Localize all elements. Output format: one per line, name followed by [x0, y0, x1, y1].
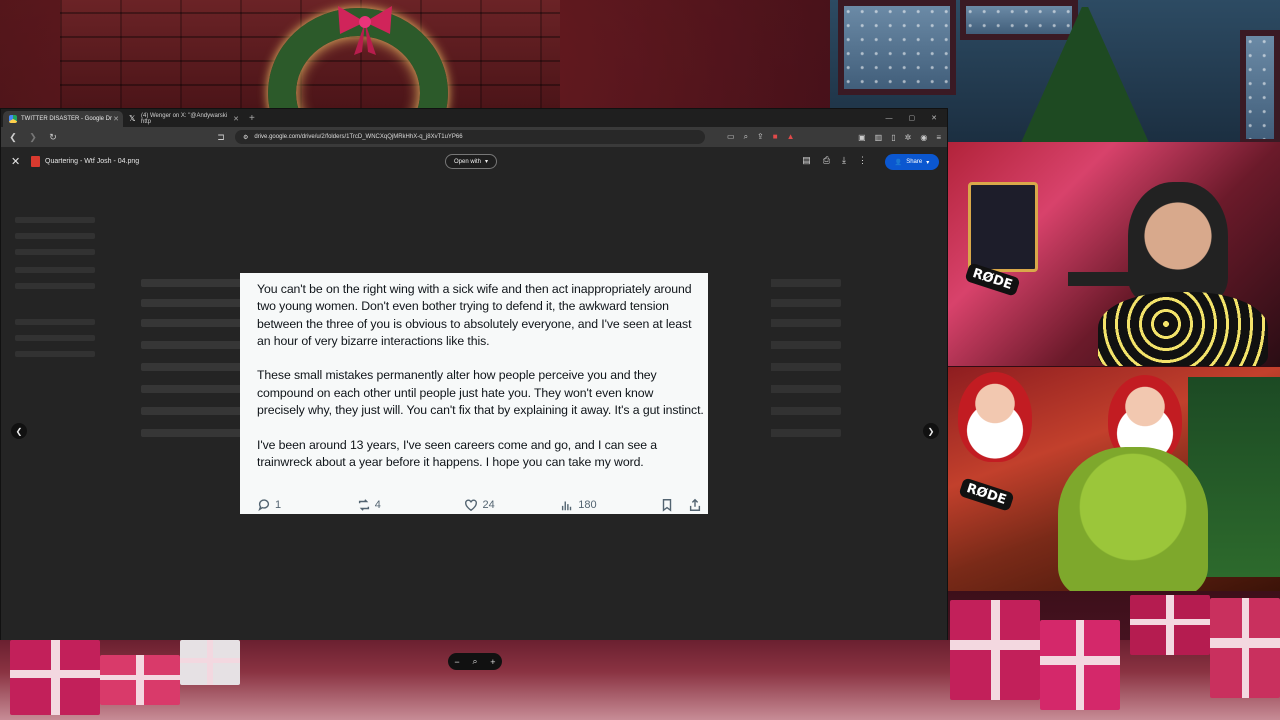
santa-figure	[958, 372, 1032, 462]
gift-box	[10, 640, 100, 715]
bookmark-action	[660, 498, 702, 512]
window-controls: — ▢ ✕	[876, 111, 948, 127]
cast-icon[interactable]: ▭	[727, 132, 735, 142]
zoom-icon[interactable]: ⌕	[744, 132, 748, 142]
url-text: drive.google.com/drive/u/2/folders/1TrcD…	[254, 134, 463, 140]
like-count: 24	[482, 499, 495, 511]
google-drive-icon	[9, 115, 17, 123]
chevron-down-icon: ▾	[485, 159, 489, 165]
forward-icon[interactable]: ❯	[27, 132, 39, 143]
reload-icon[interactable]: ↻	[47, 132, 59, 143]
menu-icon[interactable]: ≡	[936, 133, 941, 142]
address-bar[interactable]: ⚙ drive.google.com/drive/u/2/folders/1Tr…	[235, 130, 705, 144]
tab-x-post[interactable]: 𝕏 (4) Wenger on X: "@Andywarski http ✕	[123, 111, 243, 127]
extension-icon[interactable]: ▲	[787, 132, 795, 142]
gift-box	[1130, 595, 1210, 655]
browser-toolbar: ❮ ❯ ↻ ⊐ ⚙ drive.google.com/drive/u/2/fol…	[1, 127, 947, 147]
open-with-button[interactable]: Open with ▾	[445, 154, 498, 169]
grinch-costume	[1058, 447, 1208, 591]
add-comment-icon[interactable]: ▤	[802, 155, 811, 166]
repost-action: 4	[357, 498, 465, 512]
previous-file-button[interactable]: ❮	[11, 423, 27, 439]
site-info-icon[interactable]: ⚙	[243, 134, 248, 141]
share-label: Share	[906, 159, 923, 165]
gift-box	[180, 640, 240, 685]
view-count: 180	[578, 499, 597, 511]
close-viewer-icon[interactable]: ✕	[11, 155, 27, 168]
gift-box	[1210, 598, 1280, 698]
x-icon: 𝕏	[129, 114, 136, 123]
gift-box	[1040, 620, 1120, 710]
gift-box	[950, 600, 1040, 700]
address-actions: ▭ ⌕ ⇪ ■ ▲	[727, 132, 795, 142]
heart-icon	[465, 499, 478, 512]
bookmark-icon	[662, 499, 672, 512]
host-person	[1128, 182, 1228, 302]
back-icon[interactable]: ❮	[7, 132, 19, 143]
webcam-host: RØDE	[948, 142, 1280, 366]
next-file-button[interactable]: ❯	[923, 423, 939, 439]
magnifier-icon[interactable]: ⌕	[472, 656, 477, 667]
host-sweater	[1098, 292, 1268, 366]
image-file-icon	[31, 155, 40, 167]
viewer-actions: ▤ ⎙ ⤓ ⋮	[802, 155, 867, 166]
people-icon: 👤	[894, 159, 903, 166]
share-button[interactable]: 👤 Share ▾	[885, 154, 939, 170]
reply-action: 1	[257, 498, 357, 512]
bookmark-icon[interactable]: ⊐	[215, 132, 227, 143]
tweet-action-bar: 1 4 24 180	[257, 498, 702, 512]
tweet-image: You can't be on the right wing with a si…	[240, 273, 708, 514]
tweet-paragraph: These small mistakes permanently alter h…	[257, 368, 704, 418]
tab-bar: TWITTER DISASTER - Google Dr ✕ 𝕏 (4) Wen…	[1, 109, 947, 127]
extension-icon[interactable]: ■	[773, 132, 778, 142]
puzzle-icon[interactable]: ✲	[905, 133, 912, 142]
share-icon	[689, 498, 701, 511]
sidepanel-icon[interactable]: ▥	[875, 133, 883, 142]
file-name: Quartering - Wtf Josh - 04.png	[45, 157, 140, 165]
more-options-icon[interactable]: ⋮	[858, 155, 867, 166]
like-action: 24	[464, 498, 560, 512]
tweet-paragraph: I've been around 13 years, I've seen car…	[257, 437, 658, 469]
repost-count: 4	[374, 499, 381, 511]
gift-box	[100, 655, 180, 705]
views-chart-icon	[562, 501, 572, 511]
close-window-icon[interactable]: ✕	[931, 111, 937, 127]
close-icon[interactable]: ✕	[233, 115, 239, 123]
stream-scene: TWITTER DISASTER - Google Dr ✕ 𝕏 (4) Wen…	[0, 0, 1280, 720]
download-icon[interactable]: ⤓	[842, 155, 846, 166]
zoom-controls: − ⌕ +	[448, 653, 502, 670]
chevron-down-icon: ▾	[926, 159, 930, 166]
extension-bar: ▣ ▥ ▯ ✲ ◉ ≡	[858, 133, 941, 142]
reply-icon	[258, 499, 270, 512]
share-page-icon[interactable]: ⇪	[757, 132, 764, 142]
webcam-grinch: RØDE	[948, 367, 1280, 591]
reading-list-icon[interactable]: ▯	[891, 133, 895, 142]
close-icon[interactable]: ✕	[113, 115, 119, 123]
new-tab-button[interactable]: +	[243, 111, 261, 127]
minimize-icon[interactable]: —	[886, 111, 893, 127]
arcade-cabinet	[968, 182, 1038, 272]
tab-label: TWITTER DISASTER - Google Dr	[21, 116, 113, 122]
tab-google-drive[interactable]: TWITTER DISASTER - Google Dr ✕	[3, 111, 123, 127]
repost-icon	[358, 499, 369, 511]
ribbon-bow-icon	[338, 6, 392, 55]
tab-search-icon[interactable]: ▣	[858, 133, 866, 142]
views-action: 180	[560, 498, 660, 512]
print-icon[interactable]: ⎙	[823, 155, 830, 166]
mic-brand: RØDE	[958, 477, 1015, 512]
open-with-label: Open with	[454, 158, 482, 165]
profile-icon[interactable]: ◉	[920, 133, 927, 142]
reply-count: 1	[275, 499, 282, 511]
zoom-in-button[interactable]: +	[490, 657, 495, 667]
tab-label: (4) Wenger on X: "@Andywarski http	[141, 113, 228, 125]
tweet-paragraph: You can't be on the right wing with a si…	[257, 282, 692, 348]
zoom-out-button[interactable]: −	[454, 657, 459, 667]
maximize-icon[interactable]: ▢	[909, 111, 916, 127]
